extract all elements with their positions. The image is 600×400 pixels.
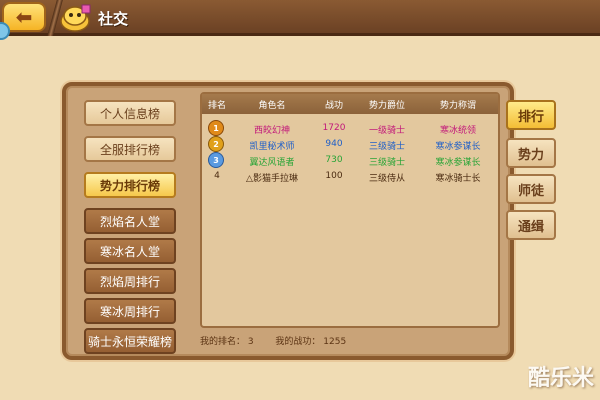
menu-item-faction-ranking[interactable]: 势力排行榜 (84, 172, 176, 198)
header-score: 战功 (324, 101, 343, 111)
menu-item-ice-hall[interactable]: 寒冰名人堂 (84, 238, 176, 264)
tab-label: 通缉 (517, 219, 544, 235)
page-title: 社交 (98, 10, 129, 28)
row-name: △影猫手拉琳 (246, 174, 298, 184)
social-emblem-icon (56, 2, 94, 34)
row-name: 翼达风语者 (249, 158, 295, 168)
table-header: 排名 角色名 战功 势力爵位 势力称谓 (202, 94, 498, 114)
row-score: 100 (325, 171, 343, 181)
tab-label: 师徒 (517, 183, 544, 199)
rank-number: 1 (213, 123, 219, 133)
player-summary: 我的排名： 3 我的战功： 1255 (200, 334, 500, 350)
row-name: 西皎幻神 (253, 126, 290, 136)
row-rank: 4 (214, 171, 220, 181)
my-rank-value: 3 (247, 337, 254, 347)
watermark: 酷乐米 (527, 366, 594, 391)
menu-item-label: 全服排行榜 (99, 142, 160, 157)
menu-item-personal-info[interactable]: 个人信息榜 (84, 100, 176, 126)
row-faction-title: 寒冰骑士长 (435, 174, 481, 184)
table-row[interactable]: 3 翼达风语者 730 三级骑士 寒冰参谋长 (202, 152, 498, 168)
header-rank-title: 势力爵位 (368, 101, 405, 111)
tab-label: 势力 (517, 147, 544, 163)
menu-item-label: 个人信息榜 (99, 106, 160, 121)
row-rank-title: 一级骑士 (368, 126, 405, 136)
rank-badge-icon: 1 (208, 120, 224, 136)
menu-item-knight-glory[interactable]: 骑士永恒荣耀榜 (84, 328, 176, 354)
menu-item-server-ranking[interactable]: 全服排行榜 (84, 136, 176, 162)
table-row[interactable]: 2 凯里秘术师 940 三级骑士 寒冰参谋长 (202, 136, 498, 152)
table-row[interactable]: 4 △影猫手拉琳 100 三级侍从 寒冰骑士长 (202, 170, 498, 184)
menu-item-label: 寒冰周排行 (99, 304, 160, 319)
row-name: 凯里秘术师 (249, 142, 295, 152)
top-bar: ⬅ 社交 (0, 0, 600, 36)
tab-faction[interactable]: 势力 (506, 138, 556, 168)
row-rank-title: 三级骑士 (368, 158, 405, 168)
row-score: 1720 (322, 123, 346, 133)
header-rank: 排名 (207, 101, 226, 111)
header-name: 角色名 (258, 101, 286, 111)
row-score: 730 (325, 155, 343, 165)
menu-item-label: 烈焰名人堂 (99, 214, 160, 229)
ranking-table: 排名 角色名 战功 势力爵位 势力称谓 1 西皎幻神 1720 一级骑士 寒冰统… (200, 92, 500, 328)
row-rank-title: 三级骑士 (368, 142, 405, 152)
my-score-label: 我的战功： (275, 337, 321, 347)
menu-item-label: 烈焰周排行 (99, 274, 160, 289)
my-rank-label: 我的排名： (200, 337, 246, 347)
tab-wanted[interactable]: 通缉 (506, 210, 556, 240)
row-score: 940 (325, 139, 343, 149)
menu-item-flame-hall[interactable]: 烈焰名人堂 (84, 208, 176, 234)
row-faction-title: 寒冰统领 (439, 126, 476, 136)
menu-item-label: 势力排行榜 (99, 178, 160, 193)
rank-badge-icon: 3 (208, 152, 224, 168)
tab-label: 排行 (517, 109, 544, 125)
header-faction-title: 势力称谓 (439, 101, 476, 111)
menu-item-label: 骑士永恒荣耀榜 (87, 334, 172, 349)
row-faction-title: 寒冰参谋长 (435, 142, 481, 152)
ranking-panel: 个人信息榜 全服排行榜 势力排行榜 烈焰名人堂 寒冰名人堂 烈焰周排行 寒冰周排… (62, 82, 514, 360)
back-arrow-icon: ⬅ (15, 5, 33, 29)
table-row[interactable]: 1 西皎幻神 1720 一级骑士 寒冰统领 (202, 120, 498, 136)
menu-item-ice-weekly[interactable]: 寒冰周排行 (84, 298, 176, 324)
my-score-value: 1255 (323, 337, 347, 347)
row-rank-title: 三级侍从 (368, 174, 405, 184)
rank-badge-icon: 2 (208, 136, 224, 152)
tab-ranking[interactable]: 排行 (506, 100, 556, 130)
tab-mentorship[interactable]: 师徒 (506, 174, 556, 204)
menu-item-label: 寒冰名人堂 (99, 244, 160, 259)
rank-number: 2 (213, 139, 219, 149)
rank-number: 3 (213, 155, 219, 165)
ranking-menu: 个人信息榜 全服排行榜 势力排行榜 烈焰名人堂 寒冰名人堂 烈焰周排行 寒冰周排… (80, 92, 180, 354)
menu-item-flame-weekly[interactable]: 烈焰周排行 (84, 268, 176, 294)
row-faction-title: 寒冰参谋长 (435, 158, 481, 168)
